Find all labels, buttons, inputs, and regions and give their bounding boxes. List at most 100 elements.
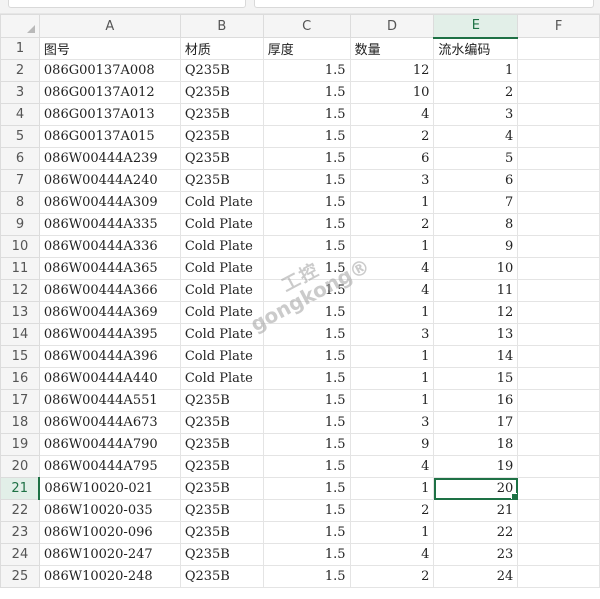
cell-a[interactable]: 086W10020-247 (38, 543, 181, 566)
cell-b[interactable]: Q235B (179, 147, 264, 170)
cell-f[interactable] (517, 499, 600, 522)
fill-handle[interactable] (511, 493, 517, 499)
cell-c[interactable]: 1.5 (262, 103, 351, 126)
cell-c[interactable]: 1.5 (262, 191, 351, 214)
row-header[interactable]: 16 (0, 367, 40, 390)
cell-a[interactable]: 086W00444A336 (38, 235, 181, 258)
cell-a[interactable]: 086W10020-035 (38, 499, 181, 522)
column-header-f[interactable]: F (517, 14, 600, 38)
row-header[interactable]: 10 (0, 235, 40, 258)
cell-a[interactable]: 086W10020-096 (38, 521, 181, 544)
cell-c[interactable]: 1.5 (262, 455, 351, 478)
cell-f[interactable] (517, 301, 600, 324)
cell-c[interactable]: 1.5 (262, 433, 351, 456)
row-header[interactable]: 9 (0, 213, 40, 236)
cell-f[interactable] (517, 257, 600, 280)
cell-f[interactable] (517, 191, 600, 214)
cell-e[interactable]: 18 (433, 433, 519, 456)
cell-d[interactable]: 3 (349, 323, 435, 346)
cell-d[interactable]: 2 (349, 499, 435, 522)
cell-a[interactable]: 086W00444A440 (38, 367, 181, 390)
row-header[interactable]: 18 (0, 411, 40, 434)
cell-e[interactable]: 10 (433, 257, 519, 280)
cell-b[interactable]: Q235B (179, 169, 264, 192)
cell-e[interactable]: 12 (433, 301, 519, 324)
cell-d[interactable]: 12 (349, 59, 435, 82)
row-header[interactable]: 23 (0, 521, 40, 544)
cell-c[interactable]: 1.5 (262, 169, 351, 192)
cell-f[interactable] (517, 345, 600, 368)
cell-e[interactable]: 22 (433, 521, 519, 544)
cell-d[interactable]: 数量 (349, 37, 435, 60)
cell-b[interactable]: Q235B (179, 499, 264, 522)
cell-e[interactable]: 17 (433, 411, 519, 434)
cell-c[interactable]: 1.5 (262, 323, 351, 346)
cell-b[interactable]: Q235B (179, 521, 264, 544)
row-header[interactable]: 11 (0, 257, 40, 280)
cell-a[interactable]: 086W00444A369 (38, 301, 181, 324)
row-header[interactable]: 4 (0, 103, 40, 126)
cell-c[interactable]: 1.5 (262, 477, 351, 500)
cell-c[interactable]: 1.5 (262, 543, 351, 566)
cell-e[interactable]: 23 (433, 543, 519, 566)
cell-f[interactable] (517, 103, 600, 126)
cell-e[interactable]: 14 (433, 345, 519, 368)
row-header[interactable]: 8 (0, 191, 40, 214)
cell-c[interactable]: 1.5 (262, 345, 351, 368)
cell-c[interactable]: 1.5 (262, 411, 351, 434)
cell-a[interactable]: 086W00444A790 (38, 433, 181, 456)
cell-a[interactable]: 086G00137A012 (38, 81, 181, 104)
cell-f[interactable] (517, 279, 600, 302)
cell-d[interactable]: 1 (349, 235, 435, 258)
row-header[interactable]: 19 (0, 433, 40, 456)
cell-c[interactable]: 1.5 (262, 59, 351, 82)
cell-b[interactable]: Cold Plate (179, 257, 264, 280)
cell-f[interactable] (517, 169, 600, 192)
cell-d[interactable]: 2 (349, 125, 435, 148)
cell-a[interactable]: 086W00444A673 (38, 411, 181, 434)
cell-e[interactable]: 13 (433, 323, 519, 346)
cell-e[interactable]: 4 (433, 125, 519, 148)
cell-a[interactable]: 086W00444A309 (38, 191, 181, 214)
cell-b[interactable]: Q235B (179, 433, 264, 456)
select-all-corner[interactable] (0, 14, 40, 38)
cell-b[interactable]: Q235B (179, 59, 264, 82)
cell-d[interactable]: 4 (349, 257, 435, 280)
cell-c[interactable]: 1.5 (262, 81, 351, 104)
cell-d[interactable]: 6 (349, 147, 435, 170)
row-header[interactable]: 17 (0, 389, 40, 412)
cell-b[interactable]: Cold Plate (179, 279, 264, 302)
cell-a[interactable]: 图号 (38, 37, 181, 60)
cell-b[interactable]: Q235B (179, 477, 264, 500)
cell-b[interactable]: Cold Plate (179, 323, 264, 346)
row-header[interactable]: 20 (0, 455, 40, 478)
row-header[interactable]: 5 (0, 125, 40, 148)
cell-a[interactable]: 086W10020-248 (38, 565, 181, 588)
cell-e[interactable]: 21 (433, 499, 519, 522)
cell-d[interactable]: 4 (349, 455, 435, 478)
cell-c[interactable]: 1.5 (262, 147, 351, 170)
row-header[interactable]: 14 (0, 323, 40, 346)
cell-f[interactable] (517, 389, 600, 412)
cell-f[interactable] (517, 543, 600, 566)
cell-a[interactable]: 086G00137A008 (38, 59, 181, 82)
cell-d[interactable]: 9 (349, 433, 435, 456)
cell-d[interactable]: 1 (349, 191, 435, 214)
cell-f[interactable] (517, 521, 600, 544)
cell-b[interactable]: 材质 (179, 37, 264, 60)
cell-a[interactable]: 086W00444A240 (38, 169, 181, 192)
cell-c[interactable]: 1.5 (262, 125, 351, 148)
cell-d[interactable]: 2 (349, 213, 435, 236)
cell-f[interactable] (517, 477, 600, 500)
row-header[interactable]: 15 (0, 345, 40, 368)
cell-a[interactable]: 086G00137A015 (38, 125, 181, 148)
cell-c[interactable]: 1.5 (262, 499, 351, 522)
column-header-e[interactable]: E (433, 14, 519, 39)
cell-d[interactable]: 4 (349, 543, 435, 566)
cell-b[interactable]: Cold Plate (179, 235, 264, 258)
row-header[interactable]: 2 (0, 59, 40, 82)
cell-e[interactable]: 8 (433, 213, 519, 236)
cell-d[interactable]: 1 (349, 389, 435, 412)
cell-f[interactable] (517, 411, 600, 434)
row-header[interactable]: 3 (0, 81, 40, 104)
